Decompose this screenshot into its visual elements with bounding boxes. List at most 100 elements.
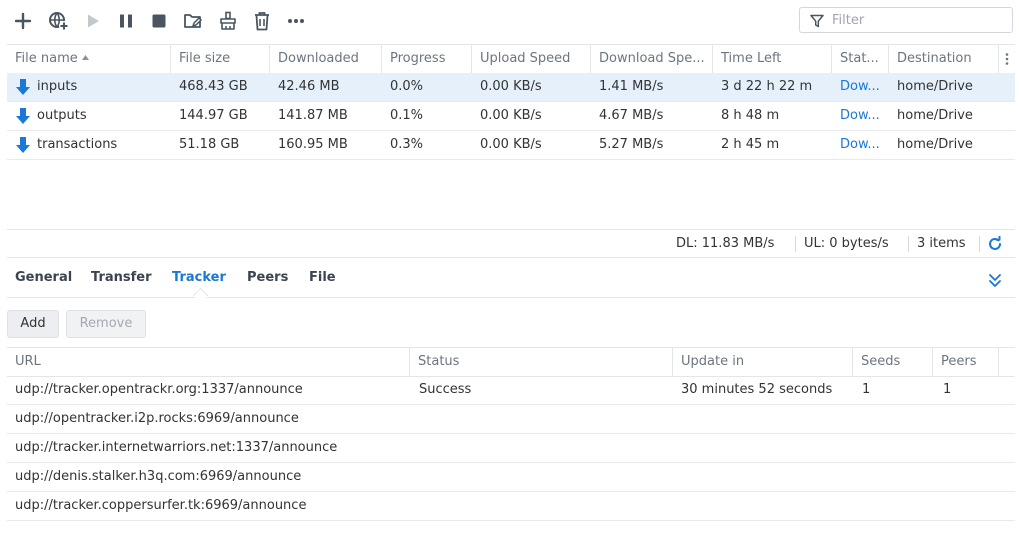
cell-downloaded: 42.46 MB (278, 79, 340, 94)
cell-download-speed: 5.27 MB/s (599, 137, 664, 152)
cell-progress: 0.0% (390, 79, 424, 94)
cell-time-left: 3 d 22 h 22 m (721, 79, 813, 94)
column-header-peers[interactable]: Peers (933, 347, 999, 377)
cell-seeds (854, 492, 933, 520)
collapse-panel-icon[interactable] (987, 272, 1003, 288)
cell-file-name: transactions (37, 137, 118, 152)
cell-destination: home/Drive (897, 79, 973, 94)
sort-ascending-icon (81, 55, 89, 60)
tab-transfer[interactable]: Transfer (91, 262, 152, 296)
table-row[interactable]: udp://opentracker.i2p.rocks:6969/announc… (7, 405, 1015, 434)
column-header-status[interactable]: Stat... (832, 44, 889, 74)
column-label: File name (15, 51, 78, 66)
cell-update-in (673, 463, 853, 491)
stop-icon[interactable] (147, 9, 171, 33)
clean-icon[interactable] (216, 9, 240, 33)
toolbar (0, 0, 1019, 42)
upload-rate: UL: 0 bytes/s (804, 236, 889, 251)
column-header-status[interactable]: Status (410, 347, 673, 377)
divider (908, 236, 909, 252)
plus-icon[interactable] (11, 9, 35, 33)
status-bar: DL: 11.83 MB/s UL: 0 bytes/s 3 items (7, 229, 1015, 258)
cell-peers (935, 434, 1001, 462)
column-header-update-in[interactable]: Update in (673, 347, 853, 377)
column-header-downloaded[interactable]: Downloaded (270, 44, 382, 74)
tracker-table: URL Status Update in Seeds Peers udp://t… (7, 347, 1015, 522)
cell-update-in: 30 minutes 52 seconds (681, 382, 833, 397)
cell-update-in (673, 434, 853, 462)
download-table: File name File size Downloaded Progress … (7, 44, 1015, 230)
cell-url: udp://denis.stalker.h3q.com:6969/announc… (15, 469, 302, 484)
filter-box[interactable] (799, 7, 1013, 33)
cell-status: Success (419, 382, 472, 397)
filter-input[interactable] (832, 11, 1002, 29)
cell-status (411, 405, 673, 433)
open-folder-icon[interactable] (181, 9, 205, 33)
column-header-seeds[interactable]: Seeds (853, 347, 933, 377)
cell-url: udp://tracker.coppersurfer.tk:6969/annou… (15, 498, 307, 513)
table-row[interactable]: udp://denis.stalker.h3q.com:6969/announc… (7, 463, 1015, 492)
add-tracker-button[interactable]: Add (7, 310, 59, 338)
tab-file[interactable]: File (309, 262, 336, 296)
download-rate: DL: 11.83 MB/s (676, 236, 775, 251)
column-header-upload-speed[interactable]: Upload Speed (472, 44, 591, 74)
cell-progress: 0.3% (390, 137, 424, 152)
download-arrow-icon (16, 137, 30, 153)
column-header-download-speed[interactable]: Download Spe... (591, 44, 713, 74)
cell-url: udp://tracker.opentrackr.org:1337/announ… (15, 382, 303, 397)
table-row[interactable]: outputs 144.97 GB 141.87 MB 0.1% 0.00 KB… (7, 102, 1015, 131)
column-header-url[interactable]: URL (7, 347, 410, 377)
detail-tabs: General Transfer Tracker Peers File (7, 262, 1015, 304)
trash-icon[interactable] (250, 9, 274, 33)
cell-status[interactable]: Dow... (832, 102, 889, 130)
cell-peers (935, 463, 1001, 491)
cell-status (411, 463, 673, 491)
cell-upload-speed: 0.00 KB/s (480, 137, 542, 152)
cell-update-in (673, 405, 853, 433)
cell-status[interactable]: Dow... (832, 131, 889, 159)
cell-peers (935, 492, 1001, 520)
cell-file-size: 468.43 GB (179, 79, 248, 94)
pause-icon[interactable] (114, 9, 138, 33)
play-icon[interactable] (81, 9, 105, 33)
item-count: 3 items (917, 236, 966, 251)
cell-peers: 1 (943, 382, 952, 397)
table-row[interactable]: udp://tracker.internetwarriors.net:1337/… (7, 434, 1015, 463)
download-arrow-icon (16, 79, 30, 95)
cell-seeds: 1 (862, 382, 871, 397)
table-row[interactable]: udp://tracker.coppersurfer.tk:6969/annou… (7, 492, 1015, 521)
remove-tracker-button[interactable]: Remove (66, 310, 146, 338)
table-row[interactable]: transactions 51.18 GB 160.95 MB 0.3% 0.0… (7, 131, 1015, 160)
cell-downloaded: 160.95 MB (278, 137, 348, 152)
cell-status[interactable]: Dow... (832, 73, 889, 101)
column-header-destination[interactable]: Destination (889, 44, 999, 74)
tab-peers[interactable]: Peers (247, 262, 288, 296)
cell-upload-speed: 0.00 KB/s (480, 79, 542, 94)
column-header-progress[interactable]: Progress (382, 44, 472, 74)
cell-seeds (854, 405, 933, 433)
cell-downloaded: 141.87 MB (278, 108, 348, 123)
download-table-header: File name File size Downloaded Progress … (7, 44, 1015, 74)
column-header-file-size[interactable]: File size (171, 44, 270, 74)
more-icon[interactable] (284, 9, 308, 33)
cell-download-speed: 4.67 MB/s (599, 108, 664, 123)
tab-general[interactable]: General (15, 262, 72, 296)
column-header-time-left[interactable]: Time Left (713, 44, 832, 74)
cell-file-size: 144.97 GB (179, 108, 248, 123)
cell-upload-speed: 0.00 KB/s (480, 108, 542, 123)
cell-update-in (673, 492, 853, 520)
cell-status (411, 492, 673, 520)
cell-destination: home/Drive (897, 108, 973, 123)
divider (979, 236, 980, 252)
cell-seeds (854, 434, 933, 462)
cell-seeds (854, 463, 933, 491)
refresh-icon[interactable] (987, 235, 1003, 252)
column-header-file-name[interactable]: File name (7, 44, 171, 74)
table-row[interactable]: inputs 468.43 GB 42.46 MB 0.0% 0.00 KB/s… (7, 73, 1015, 102)
cell-destination: home/Drive (897, 137, 973, 152)
column-menu-icon[interactable] (999, 52, 1015, 66)
add-url-icon[interactable] (47, 9, 71, 33)
tracker-table-header: URL Status Update in Seeds Peers (7, 347, 1015, 377)
cell-file-size: 51.18 GB (179, 137, 240, 152)
table-row[interactable]: udp://tracker.opentrackr.org:1337/announ… (7, 376, 1015, 405)
